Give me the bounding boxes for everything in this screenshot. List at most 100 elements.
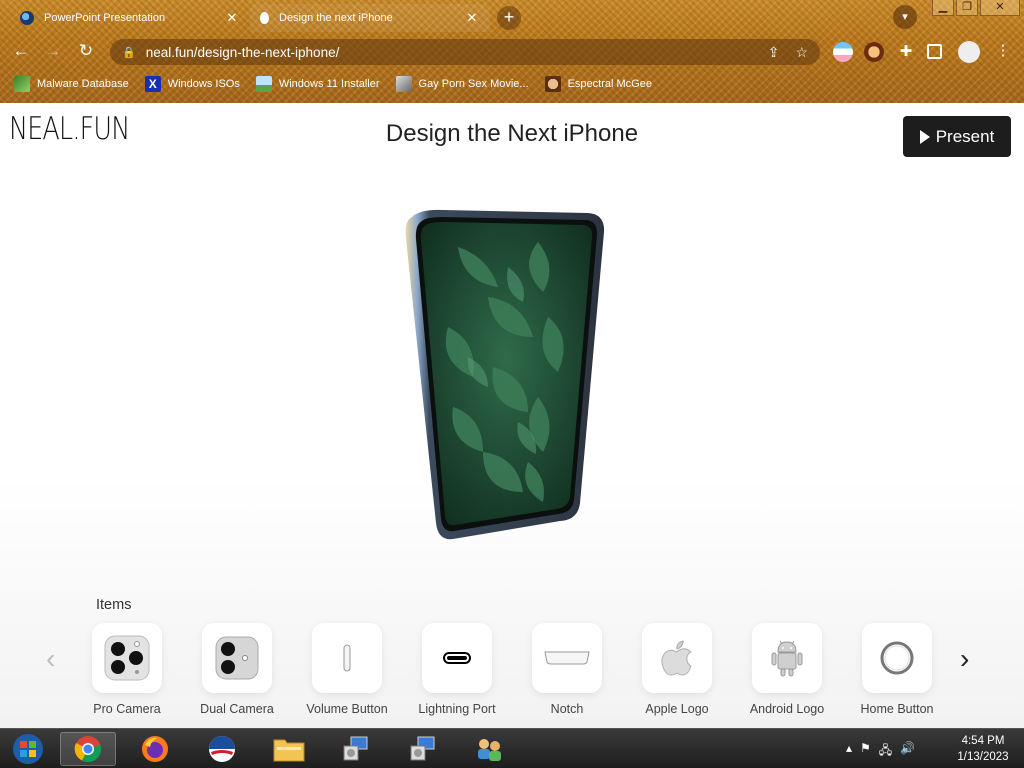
present-button[interactable]: Present — [903, 116, 1011, 157]
item-android-logo[interactable]: Android Logo — [732, 623, 842, 716]
android-logo-card[interactable] — [752, 623, 822, 693]
x-logo-icon: X — [144, 76, 161, 92]
notch-icon — [544, 651, 590, 665]
windows-taskbar: ▴ ⚑ 🖧 🔊 4:54 PM 1/13/2023 — [0, 728, 1024, 768]
install-icon — [395, 76, 412, 92]
bookmark-label: Windows 11 Installer — [278, 78, 380, 90]
taskbar-obama-logo[interactable] — [194, 732, 250, 766]
picture-icon — [255, 76, 272, 92]
apple-logo-icon — [661, 640, 692, 676]
network-users-icon — [478, 739, 501, 761]
carousel-next-icon[interactable]: › — [960, 643, 969, 675]
network-icon[interactable]: 🖧 — [879, 741, 892, 762]
item-label: Notch — [550, 702, 584, 716]
bookmark-windows-isos[interactable]: X Windows ISOs — [144, 76, 240, 92]
taskbar-installer-a[interactable] — [328, 732, 384, 766]
start-button[interactable] — [0, 732, 56, 766]
side-panel-icon[interactable] — [927, 44, 942, 59]
leaf-icon — [14, 76, 30, 92]
minimize-button[interactable]: ▁ — [932, 0, 954, 16]
reload-icon[interactable]: ↻ — [75, 40, 97, 62]
iphone-model[interactable] — [398, 207, 613, 547]
item-label: Dual Camera — [200, 702, 274, 716]
address-bar[interactable]: 🔒 neal.fun/design-the-next-iphone/ ⇪ ☆ — [110, 39, 820, 65]
dual-camera-card[interactable] — [202, 623, 272, 693]
pro-camera-card[interactable] — [92, 623, 162, 693]
volume-button-card[interactable] — [312, 623, 382, 693]
item-apple-logo[interactable]: Apple Logo — [622, 623, 732, 716]
installer-icon — [343, 736, 368, 761]
taskbar-firefox[interactable] — [127, 732, 183, 766]
phone-render — [405, 209, 605, 540]
browser-toolbar: ← → ↻ 🔒 neal.fun/design-the-next-iphone/… — [0, 36, 1024, 68]
items-heading: Items — [96, 597, 132, 613]
lightning-port-card[interactable] — [422, 623, 492, 693]
tab-close-icon[interactable]: ✕ — [464, 10, 480, 26]
tab-search-button[interactable]: ▾ — [893, 5, 917, 29]
home-button-card[interactable] — [862, 623, 932, 693]
taskbar-network-app[interactable] — [462, 732, 518, 766]
system-tray: ▴ ⚑ 🖧 🔊 — [846, 741, 915, 762]
bookmark-espectral-mcgee[interactable]: Espectral McGee — [544, 76, 652, 92]
bookmark-star-icon[interactable]: ☆ — [795, 44, 808, 61]
item-notch[interactable]: Notch — [512, 623, 622, 716]
restore-button[interactable]: ❐ — [956, 0, 978, 16]
face-icon — [544, 76, 561, 92]
home-button-icon — [880, 641, 914, 675]
clock-time: 4:54 PM — [961, 735, 1005, 747]
item-pro-camera[interactable]: Pro Camera — [72, 623, 182, 716]
tab-title: PowerPoint Presentation — [44, 12, 166, 24]
bookmark-label: Gay Porn Sex Movie... — [418, 78, 529, 90]
tab-design-iphone[interactable]: Design the next iPhone ✕ — [250, 4, 490, 32]
menu-kebab-icon[interactable]: ⋮ — [992, 40, 1014, 62]
item-home-button[interactable]: Home Button — [842, 623, 952, 716]
taskbar-file-explorer[interactable] — [261, 732, 317, 766]
obama-logo-icon — [209, 736, 235, 762]
extension-face-icon[interactable] — [864, 42, 884, 62]
share-icon[interactable]: ⇪ — [768, 44, 780, 61]
back-icon[interactable]: ← — [10, 40, 32, 62]
apple-favicon-icon — [260, 12, 269, 24]
taskbar-chrome[interactable] — [60, 732, 116, 766]
volume-button-icon — [343, 644, 351, 672]
new-tab-button[interactable]: + — [497, 6, 521, 30]
carousel-prev-icon[interactable]: ‹ — [46, 643, 55, 675]
bookmark-malware-database[interactable]: Malware Database — [14, 76, 129, 92]
extensions-puzzle-icon[interactable]: ✚ — [896, 42, 916, 62]
url-text[interactable]: neal.fun/design-the-next-iphone/ — [146, 45, 752, 60]
window-controls: ▁ ❐ ✕ — [932, 0, 1020, 16]
extension-flag-icon[interactable] — [833, 42, 853, 62]
tab-powerpoint[interactable]: PowerPoint Presentation ✕ — [10, 4, 250, 32]
bookmark-label: Windows ISOs — [167, 78, 240, 90]
volume-icon[interactable]: 🔊 — [900, 741, 915, 762]
profile-avatar-icon[interactable] — [958, 41, 980, 63]
taskbar-installer-b[interactable] — [395, 732, 451, 766]
dual-camera-icon — [215, 636, 259, 680]
bookmark-windows-11-installer[interactable]: Windows 11 Installer — [255, 76, 380, 92]
taskbar-clock[interactable]: 4:54 PM 1/13/2023 — [948, 733, 1018, 765]
play-icon — [919, 129, 930, 144]
item-label: Home Button — [860, 702, 934, 716]
item-lightning-port[interactable]: Lightning Port — [402, 623, 512, 716]
item-volume-button[interactable]: Volume Button — [292, 623, 402, 716]
apple-logo-card[interactable] — [642, 623, 712, 693]
android-logo-icon — [771, 640, 803, 677]
action-center-flag-icon[interactable]: ⚑ — [860, 741, 871, 762]
tray-expand-icon[interactable]: ▴ — [846, 741, 852, 762]
notch-card[interactable] — [532, 623, 602, 693]
installer-icon — [410, 736, 435, 761]
clock-date: 1/13/2023 — [957, 751, 1009, 763]
tab-close-icon[interactable]: ✕ — [224, 10, 240, 26]
lightning-port-icon — [443, 652, 471, 664]
tab-strip: PowerPoint Presentation ✕ Design the nex… — [0, 0, 1024, 34]
page-content: NEAL.FUN Design the Next iPhone Present — [0, 103, 1024, 728]
item-label: Apple Logo — [645, 702, 709, 716]
forward-icon[interactable]: → — [42, 40, 64, 62]
close-window-button[interactable]: ✕ — [980, 0, 1020, 16]
lock-icon: 🔒 — [122, 46, 136, 59]
item-dual-camera[interactable]: Dual Camera — [182, 623, 292, 716]
bookmark-gay-porn[interactable]: Gay Porn Sex Movie... — [395, 76, 529, 92]
tab-title: Design the next iPhone — [279, 12, 393, 24]
firefox-icon — [142, 736, 168, 762]
bookmark-label: Malware Database — [37, 78, 129, 90]
